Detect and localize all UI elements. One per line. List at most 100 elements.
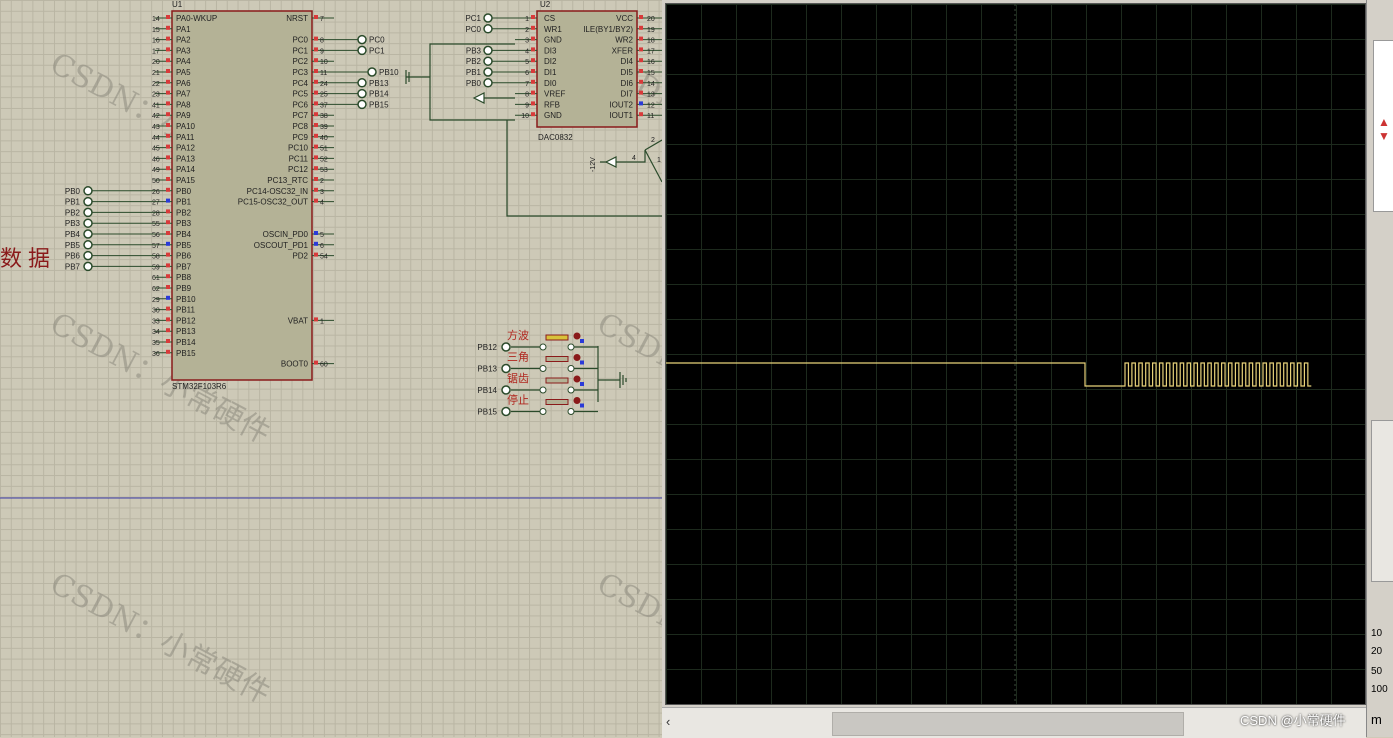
terminal-node[interactable] [83, 250, 93, 261]
switch-contact [567, 408, 575, 415]
terminal-node[interactable] [83, 240, 93, 250]
pin-label: DI1 [544, 68, 557, 77]
pin-number: 61 [152, 275, 160, 282]
pin-marker [580, 360, 584, 365]
pin-marker [166, 209, 170, 214]
pin-label: IOUT1 [609, 111, 633, 120]
terminal-node[interactable] [83, 186, 93, 196]
watermark-text: CSDN：小常硬件 [591, 566, 662, 711]
terminal-label: PC0 [465, 25, 481, 34]
pin-number: 41 [152, 102, 160, 109]
pin-number: 9 [320, 48, 324, 55]
pin-marker [639, 101, 643, 106]
pin-marker [166, 166, 170, 171]
pin-marker [166, 133, 170, 138]
terminal-node[interactable] [83, 196, 93, 207]
terminal-label: PB0 [466, 79, 482, 88]
pin-label: VREF [544, 90, 565, 99]
terminal-node[interactable] [83, 229, 93, 239]
switch-cap[interactable] [545, 356, 569, 362]
oscilloscope-window[interactable] [662, 0, 1366, 737]
terminal-node[interactable] [483, 78, 493, 88]
scroll-arrows-icon[interactable]: ▲ ▼ [1378, 115, 1390, 145]
pin-label: PB11 [176, 306, 196, 315]
pin-label: PA0-WKUP [176, 14, 217, 23]
pin-label: PA5 [176, 68, 191, 77]
terminal-node[interactable] [83, 261, 93, 272]
opamp-pin: 2 [651, 137, 655, 144]
pin-marker [166, 58, 170, 63]
terminal-node[interactable] [483, 56, 493, 66]
pin-number: 22 [152, 81, 160, 88]
pin-marker [314, 166, 318, 171]
terminal-node[interactable] [357, 34, 367, 45]
terminal-node[interactable] [367, 67, 377, 77]
terminal-label: PB13 [477, 365, 497, 374]
switch-cap[interactable] [545, 377, 569, 384]
terminal-node[interactable] [83, 218, 93, 228]
pin-label: PA12 [176, 144, 196, 153]
watermark-text: CSDN：小常硬件 [591, 306, 662, 451]
pin-marker [314, 317, 318, 322]
u2-chip[interactable]: U2 DAC0832 1 CS 2 WR1 3 GND 4 DI3 5 DI2 6 DI1 7 DI0 8 V… [465, 0, 662, 142]
terminal-node[interactable] [357, 99, 367, 110]
switch-contact [567, 365, 575, 372]
pin-label: PC8 [292, 122, 308, 131]
pin-number: 16 [647, 59, 655, 66]
side-control-box[interactable] [1371, 420, 1393, 582]
switch-cap[interactable] [545, 334, 569, 341]
pin-marker [639, 58, 643, 63]
pin-number: 36 [152, 351, 160, 358]
terminal-node[interactable] [483, 67, 493, 77]
terminal-node[interactable] [357, 78, 367, 88]
terminal-node[interactable] [483, 24, 493, 34]
pin-label: PB0 [176, 187, 192, 196]
pin-marker [314, 101, 318, 106]
pin-marker [314, 198, 318, 203]
u1-ref: U1 [172, 0, 183, 9]
u1-chip[interactable]: U1 STM32F103R6 14 PA0-WKUP15 PA116 PA217 PA3… [65, 0, 399, 391]
pin-label: PC12 [288, 165, 309, 174]
opamp-pin: 1 [657, 157, 661, 164]
pin-number: 46 [152, 156, 160, 163]
switch-cap[interactable] [545, 399, 569, 405]
right-side-panel: ▲ ▼ 10 20 50 100 m [1366, 0, 1393, 737]
u2-ref: U2 [540, 0, 551, 9]
opamp-supply-label: -12V [590, 157, 597, 172]
pin-marker [314, 177, 318, 181]
scrollbar-thumb[interactable] [832, 712, 1184, 736]
pin-label: PC7 [292, 111, 308, 120]
pin-label: PB15 [176, 349, 196, 358]
push-button-3[interactable]: 锯齿 PB14 [477, 371, 598, 395]
terminal-node[interactable] [501, 406, 511, 417]
push-button-2[interactable]: 三角 PB13 [477, 351, 598, 374]
push-button-1[interactable]: 方波 PB12 [477, 328, 598, 352]
pin-label: DI6 [621, 79, 634, 88]
terminal-node[interactable] [357, 45, 367, 56]
pin-label: PC11 [289, 154, 309, 163]
pin-number: 54 [320, 254, 328, 261]
pin-number: 1 [320, 318, 324, 325]
pin-label: PC3 [292, 68, 308, 77]
terminal-node[interactable] [483, 13, 493, 23]
pin-marker [166, 198, 170, 203]
terminal-node[interactable] [83, 207, 93, 218]
terminal-node[interactable] [483, 45, 493, 56]
schematic-canvas[interactable]: CSDN：小常硬件 CSDN：小常硬件 CSDN：小常硬件 CSDN：小常硬件 … [0, 0, 662, 737]
schematic-drawing: CSDN：小常硬件 CSDN：小常硬件 CSDN：小常硬件 CSDN：小常硬件 … [0, 0, 662, 712]
scroll-left-icon[interactable]: ‹ [666, 714, 670, 729]
pin-number: 53 [320, 167, 328, 174]
terminal-label: PB10 [379, 68, 399, 77]
pin-marker [166, 36, 170, 41]
pin-label: PC1 [292, 46, 308, 55]
pin-label: BOOT0 [281, 360, 309, 369]
pin-label: PA7 [176, 90, 191, 99]
push-button-4[interactable]: 停止 PB15 [477, 393, 598, 417]
waveform-trace [666, 362, 1312, 387]
pin-marker [166, 47, 170, 52]
pin-marker [531, 47, 535, 52]
pin-number: 30 [152, 308, 160, 315]
terminal-node[interactable] [357, 88, 367, 99]
pin-number: 12 [647, 102, 655, 109]
u1-part: STM32F103R6 [172, 382, 227, 391]
